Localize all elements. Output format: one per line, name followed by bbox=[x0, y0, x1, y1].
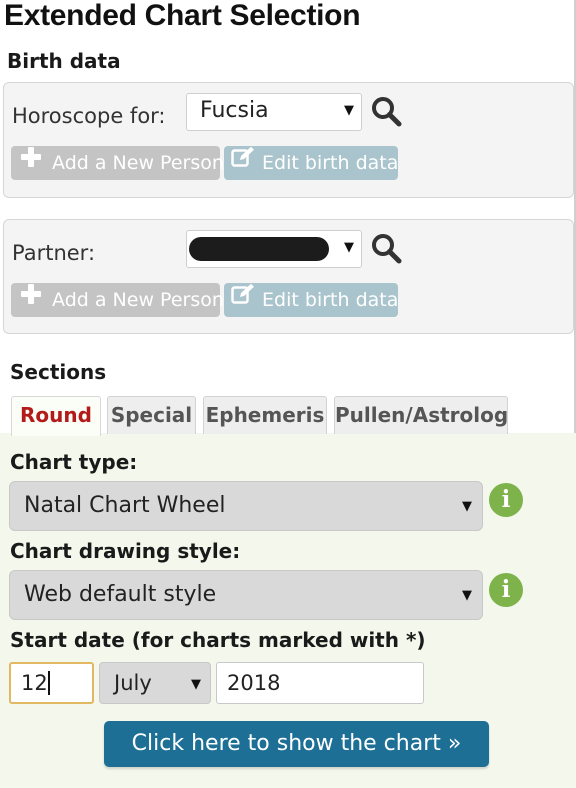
horoscope-select-value: Fucsia bbox=[200, 98, 269, 123]
page-title: Extended Chart Selection bbox=[4, 0, 361, 32]
month-value: July bbox=[114, 671, 152, 695]
plus-icon bbox=[20, 145, 42, 179]
edit-birth-data-label: Edit birth data bbox=[262, 289, 399, 311]
text-cursor bbox=[47, 670, 50, 695]
tab-pullen-astrolog[interactable]: Pullen/Astrolog bbox=[334, 396, 508, 434]
caret-down-icon: ▼ bbox=[462, 588, 472, 603]
info-icon[interactable]: i bbox=[489, 483, 523, 517]
caret-down-icon: ▼ bbox=[344, 240, 354, 255]
drawing-style-label: Chart drawing style: bbox=[10, 539, 241, 563]
redacted-name bbox=[189, 237, 329, 261]
caret-down-icon: ▼ bbox=[344, 103, 354, 118]
birth-data-heading: Birth data bbox=[7, 49, 121, 73]
edit-icon bbox=[231, 145, 255, 179]
day-input[interactable]: 12 bbox=[9, 662, 94, 704]
edit-birth-data-button[interactable]: Edit birth data bbox=[224, 146, 398, 180]
info-icon[interactable]: i bbox=[489, 573, 523, 607]
month-select[interactable]: July ▼ bbox=[99, 662, 211, 704]
show-chart-button[interactable]: Click here to show the chart » bbox=[104, 721, 489, 767]
chart-type-value: Natal Chart Wheel bbox=[24, 493, 226, 518]
day-value: 12 bbox=[21, 671, 48, 695]
chart-type-select[interactable]: Natal Chart Wheel ▼ bbox=[9, 481, 483, 531]
plus-icon bbox=[20, 282, 42, 316]
chart-type-label: Chart type: bbox=[10, 450, 138, 474]
start-date-label: Start date (for charts marked with *) bbox=[10, 628, 426, 652]
partner-add-new-person-button[interactable]: Add a New Person bbox=[11, 282, 224, 317]
horoscope-label: Horoscope for: bbox=[12, 104, 166, 128]
partner-select[interactable]: ▼ bbox=[186, 230, 362, 268]
partner-label: Partner: bbox=[12, 241, 96, 265]
year-value: 2018 bbox=[227, 671, 281, 695]
year-input[interactable]: 2018 bbox=[216, 662, 424, 704]
sections-heading: Sections bbox=[10, 360, 107, 384]
tab-ephemeris[interactable]: Ephemeris bbox=[203, 396, 327, 434]
add-new-person-button[interactable]: Add a New Person bbox=[11, 145, 224, 180]
caret-down-icon: ▼ bbox=[462, 499, 472, 514]
tab-round[interactable]: Round bbox=[11, 396, 101, 436]
drawing-style-value: Web default style bbox=[24, 582, 217, 607]
tab-special[interactable]: Special bbox=[107, 396, 196, 434]
caret-down-icon: ▼ bbox=[191, 677, 201, 692]
search-icon[interactable] bbox=[370, 95, 404, 129]
edit-birth-data-label: Edit birth data bbox=[262, 152, 399, 174]
partner-edit-birth-data-button[interactable]: Edit birth data bbox=[224, 283, 398, 317]
partner-panel: Partner: ▼ Add a New Person Edit birth d… bbox=[3, 219, 574, 334]
search-icon[interactable] bbox=[370, 232, 404, 266]
drawing-style-select[interactable]: Web default style ▼ bbox=[9, 570, 483, 620]
horoscope-select[interactable]: Fucsia ▼ bbox=[186, 93, 362, 131]
add-new-person-label: Add a New Person bbox=[52, 289, 224, 311]
edit-icon bbox=[231, 282, 255, 316]
add-new-person-label: Add a New Person bbox=[52, 152, 224, 174]
horoscope-panel: Horoscope for: Fucsia ▼ Add a New Person… bbox=[3, 82, 574, 198]
